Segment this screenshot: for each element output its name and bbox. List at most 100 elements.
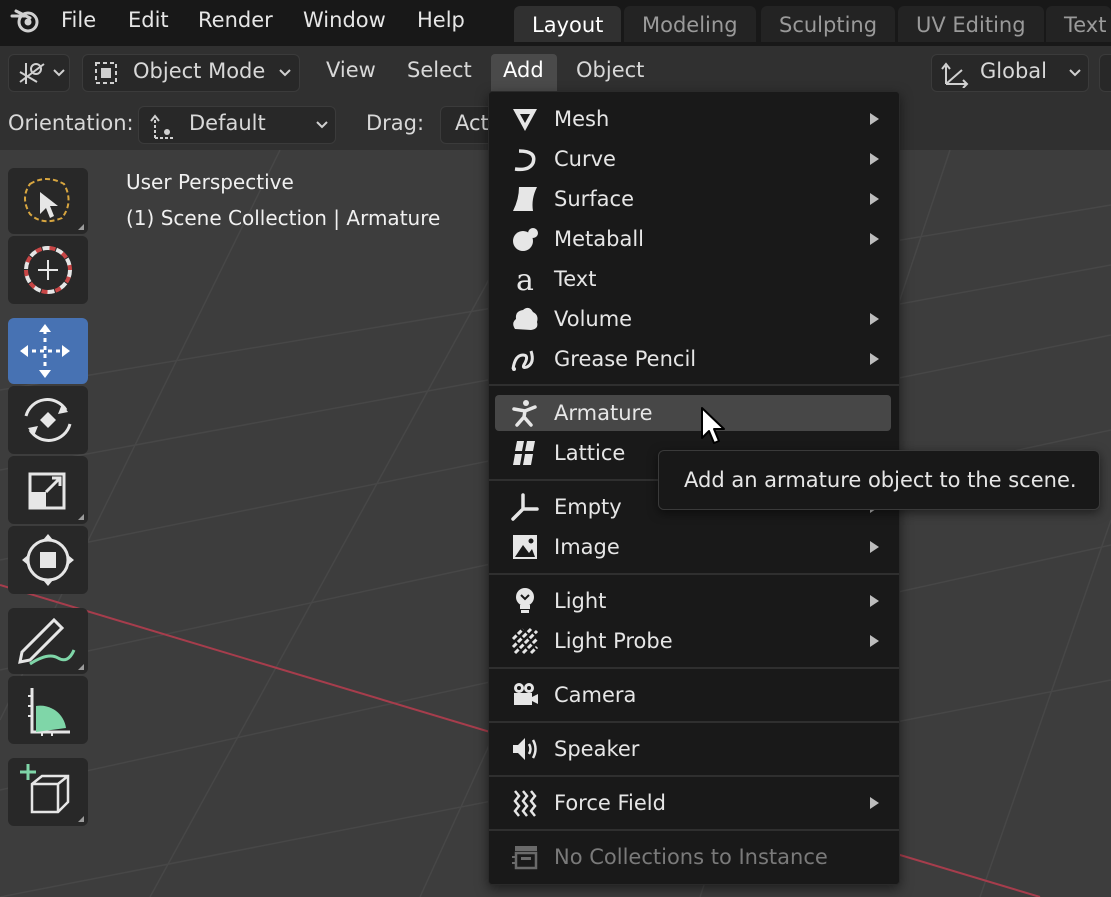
menu-item-label: Empty: [554, 495, 622, 519]
chevron-down-icon: [316, 121, 328, 129]
menu-item-label: No Collections to Instance: [554, 845, 828, 869]
drag-value: Act: [455, 111, 489, 135]
menu-item-force-field[interactable]: Force Field: [495, 785, 891, 821]
menu-item-curve[interactable]: Curve: [495, 141, 891, 177]
menu-item-camera[interactable]: Camera: [495, 677, 891, 713]
viewport-editor-icon: [19, 63, 45, 84]
viewport-perspective-label: User Perspective: [126, 170, 294, 194]
orientation-selector[interactable]: Default: [138, 106, 336, 144]
lattice-icon: [513, 441, 535, 465]
tool-select-box[interactable]: [8, 168, 88, 234]
menu-add[interactable]: Add: [503, 58, 544, 82]
menu-window[interactable]: Window: [303, 0, 386, 40]
light-icon: [516, 588, 534, 613]
menu-item-metaball[interactable]: Metaball: [495, 221, 891, 257]
object-mode-icon: [95, 62, 117, 84]
menu-edit[interactable]: Edit: [128, 0, 169, 40]
speaker-icon: [513, 738, 537, 760]
move-icon: [20, 324, 70, 378]
submenu-arrow-icon: [870, 153, 879, 165]
menu-item-volume[interactable]: Volume: [495, 301, 891, 337]
curve-icon: [514, 149, 536, 172]
annotate-icon: [18, 617, 76, 666]
grease-pencil-icon: [511, 350, 534, 371]
tool-transform[interactable]: [8, 526, 88, 594]
menu-item-speaker[interactable]: Speaker: [495, 731, 891, 767]
tool-variants-indicator: [78, 664, 84, 670]
menu-item-label: Force Field: [554, 791, 666, 815]
tool-measure[interactable]: [8, 676, 88, 744]
menu-select[interactable]: Select: [407, 58, 472, 82]
submenu-arrow-icon: [870, 797, 879, 809]
tab-sculpting[interactable]: Sculpting: [761, 6, 896, 42]
measure-icon: [28, 688, 70, 736]
mouse-pointer-icon: [701, 407, 725, 444]
select-box-icon: [24, 178, 70, 223]
tool-variants-indicator: [78, 224, 84, 230]
tool-annotate[interactable]: [8, 608, 88, 674]
menu-help[interactable]: Help: [417, 0, 465, 40]
menu-item-label: Armature: [554, 401, 653, 425]
tab-modeling[interactable]: Modeling: [624, 6, 756, 42]
global-orientation-icon: [941, 62, 969, 88]
submenu-arrow-icon: [870, 353, 879, 365]
armature-icon: [512, 400, 537, 427]
tool-scale[interactable]: [8, 456, 88, 524]
tab-uv-editing[interactable]: UV Editing: [898, 6, 1044, 42]
tooltip-text: Add an armature object to the scene.: [684, 468, 1077, 492]
menu-item-armature[interactable]: Armature: [495, 395, 891, 431]
menu-item-label: Volume: [554, 307, 633, 331]
chevron-down-icon: [1069, 69, 1081, 77]
menu-file[interactable]: File: [61, 0, 96, 40]
menu-item-label: Grease Pencil: [554, 347, 697, 371]
menu-separator: [489, 384, 899, 386]
menu-item-surface[interactable]: Surface: [495, 181, 891, 217]
editor-type-selector[interactable]: [8, 54, 70, 92]
pivot-selector[interactable]: [1099, 54, 1111, 92]
metaball-icon: [513, 228, 538, 251]
submenu-arrow-icon: [870, 113, 879, 125]
drag-label: Drag:: [366, 111, 425, 135]
menu-item-light[interactable]: Light: [495, 583, 891, 619]
text-icon: a: [516, 265, 534, 293]
menu-item-image[interactable]: Image: [495, 529, 891, 565]
menu-item-label: Text: [554, 267, 597, 291]
tool-cursor[interactable]: [8, 236, 88, 304]
top-bar: File Edit Render Window Help Layout Mode…: [0, 0, 1111, 46]
tool-rotate[interactable]: [8, 386, 88, 454]
menu-item-text[interactable]: a Text: [495, 261, 891, 297]
menu-item-label: Surface: [554, 187, 635, 211]
submenu-arrow-icon: [870, 233, 879, 245]
orientation-label: Orientation:: [8, 111, 134, 135]
menu-object[interactable]: Object: [576, 58, 644, 82]
camera-icon: [514, 683, 538, 705]
tool-add-cube[interactable]: [8, 758, 88, 826]
submenu-arrow-icon: [870, 595, 879, 607]
mode-selector[interactable]: Object Mode: [82, 54, 300, 92]
blender-logo-icon[interactable]: [8, 4, 44, 36]
menu-render[interactable]: Render: [198, 0, 273, 40]
menu-item-label: Image: [554, 535, 620, 559]
menu-item-label: Speaker: [554, 737, 640, 761]
orientation-value: Default: [189, 111, 266, 135]
mesh-icon: [513, 109, 537, 131]
menu-view[interactable]: View: [326, 58, 376, 82]
rotate-icon: [24, 398, 72, 442]
tab-text[interactable]: Text: [1046, 6, 1111, 42]
menu-item-grease-pencil[interactable]: Grease Pencil: [495, 341, 891, 377]
transform-icon: [22, 534, 74, 586]
menu-separator: [489, 721, 899, 723]
volume-icon: [513, 307, 538, 330]
transform-orientation-selector[interactable]: Global: [931, 54, 1089, 92]
tool-move[interactable]: [8, 318, 88, 384]
chevron-down-icon: [279, 69, 291, 77]
tool-variants-indicator: [78, 816, 84, 822]
mode-label: Object Mode: [133, 59, 266, 83]
menu-add-active[interactable]: Add: [491, 54, 557, 92]
tab-layout[interactable]: Layout: [514, 6, 622, 42]
menu-item-mesh[interactable]: Mesh: [495, 101, 891, 137]
armature-tooltip: Add an armature object to the scene.: [658, 450, 1100, 510]
submenu-arrow-icon: [870, 635, 879, 647]
menu-item-light-probe[interactable]: Light Probe: [495, 623, 891, 659]
menu-item-collection-instance: No Collections to Instance: [495, 839, 891, 875]
